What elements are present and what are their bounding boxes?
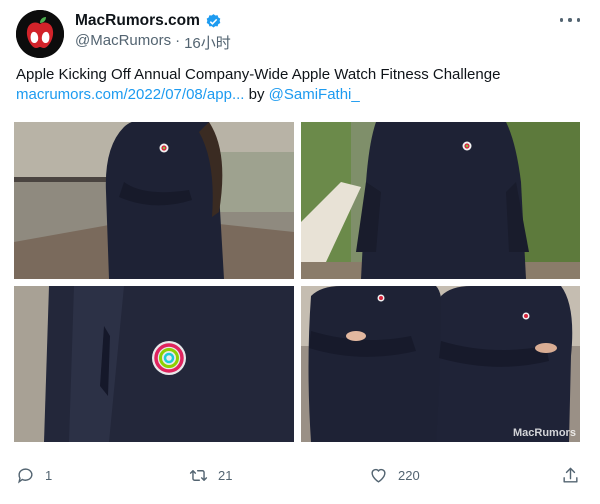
heart-icon — [371, 468, 386, 483]
tweet-actions: 1 21 220 — [0, 460, 600, 490]
by-label: by — [248, 86, 265, 103]
more-dot-icon — [576, 18, 580, 22]
tweet-link-line: macrumors.com/2022/07/08/app... by @Sami… — [16, 85, 586, 105]
tweet-headline: Apple Kicking Off Annual Company-Wide Ap… — [16, 66, 501, 83]
author-display-name[interactable]: MacRumors.com — [75, 12, 200, 30]
tweet-timestamp[interactable]: 16小时 — [184, 32, 231, 53]
macrumors-logo-icon — [16, 10, 64, 58]
tweet-text: Apple Kicking Off Annual Company-Wide Ap… — [16, 65, 586, 105]
author-name-row[interactable]: MacRumors.com — [75, 11, 222, 31]
reply-icon — [18, 467, 33, 484]
more-dot-icon — [568, 18, 572, 22]
mention-link[interactable]: @SamiFathi_ — [269, 86, 360, 103]
verified-badge-icon — [206, 13, 221, 28]
retweet-count: 21 — [218, 467, 233, 483]
reply-count: 1 — [45, 467, 53, 483]
like-count: 220 — [398, 467, 420, 483]
share-button[interactable] — [561, 460, 580, 490]
more-options-button[interactable] — [560, 12, 580, 28]
author-handle[interactable]: @MacRumors — [75, 32, 171, 53]
media-grid: MacRumors — [14, 122, 580, 442]
avatar[interactable] — [16, 10, 64, 58]
share-icon — [563, 467, 578, 483]
photo-logo-closeup[interactable] — [14, 286, 294, 442]
more-dot-icon — [560, 18, 564, 22]
handle-row: @MacRumors · 16小时 — [75, 32, 231, 53]
retweet-button[interactable]: 21 — [189, 460, 232, 490]
macrumors-watermark: MacRumors — [513, 427, 576, 439]
like-button[interactable]: 220 — [369, 460, 420, 490]
retweet-icon — [189, 469, 208, 481]
dot-separator: · — [175, 32, 181, 49]
photo-woman-pullover[interactable] — [14, 122, 294, 279]
article-link[interactable]: macrumors.com/2022/07/08/app... — [16, 86, 244, 103]
photo-two-people[interactable]: MacRumors — [301, 286, 580, 442]
reply-button[interactable]: 1 — [16, 460, 52, 490]
photo-man-pullover[interactable] — [301, 122, 580, 279]
